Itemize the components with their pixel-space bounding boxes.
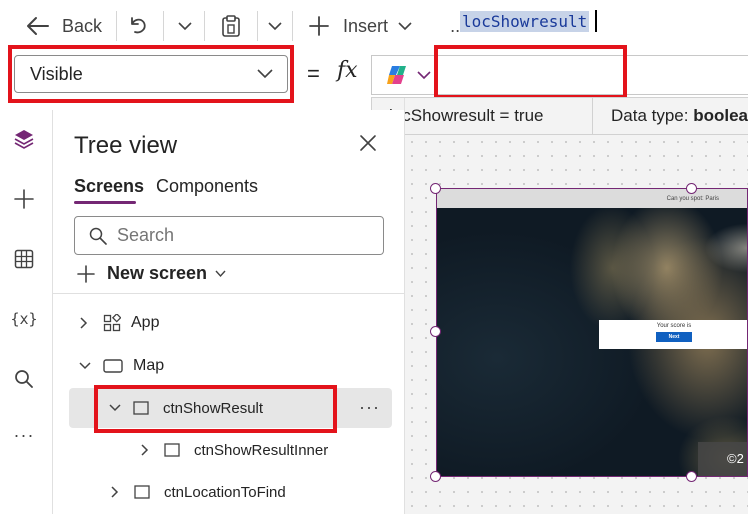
resize-handle[interactable] (430, 183, 441, 194)
chevron-down-icon (257, 69, 273, 79)
tree-search-box[interactable] (74, 216, 384, 255)
chevron-right-icon (80, 317, 88, 329)
plus-icon (14, 189, 34, 209)
container-icon (133, 401, 149, 415)
toolbar-divider (292, 11, 294, 41)
chevron-down-icon (398, 22, 412, 31)
next-button[interactable]: Next (656, 332, 692, 342)
plus-icon (309, 16, 329, 36)
chevron-down-icon (178, 22, 192, 31)
property-dropdown[interactable]: Visible (14, 55, 288, 93)
tree-node-ctnshowresultinner[interactable]: ctnShowResultInner (140, 430, 328, 470)
layers-icon (14, 130, 34, 149)
resize-handle[interactable] (430, 471, 441, 482)
new-screen-label: New screen (107, 263, 208, 283)
resize-handle[interactable] (686, 471, 697, 482)
more-rail-button[interactable]: ··· (11, 422, 37, 448)
chevron-down-icon (268, 22, 282, 31)
insert-label: Insert (343, 15, 389, 36)
tree-node-ctnshowresult[interactable]: ctnShowResult (69, 388, 392, 428)
app-screen-preview[interactable]: Can you spot: Paris Your score is Next ©… (436, 188, 748, 477)
tree-node-label: Map (133, 357, 165, 374)
formula-bar: Visible = fx (0, 52, 748, 98)
text-caret (595, 10, 597, 32)
toolbar-divider (204, 11, 206, 41)
data-type-label: Data type: (610, 106, 694, 125)
formula-text[interactable]: locShowresult (460, 11, 590, 32)
new-screen-button[interactable]: New screen (77, 263, 226, 284)
insert-button[interactable]: Insert (309, 6, 412, 46)
insert-rail-button[interactable] (11, 186, 37, 212)
toolbar-divider (116, 11, 118, 41)
tree-node-label: ctnShowResult (163, 399, 264, 417)
chevron-down-icon (215, 270, 226, 277)
chevron-down-icon (79, 362, 91, 370)
copilot-icon[interactable] (386, 64, 408, 86)
tree-node-label: ctnLocationToFind (164, 483, 286, 501)
undo-button[interactable] (127, 6, 149, 46)
undo-icon (131, 17, 146, 34)
tree-node-label: App (131, 314, 160, 331)
resize-handle[interactable] (430, 326, 441, 337)
close-icon[interactable] (359, 134, 377, 152)
data-rail-button[interactable] (11, 246, 37, 272)
clipboard-icon (222, 15, 240, 37)
chevron-down-icon (109, 404, 121, 412)
tree-search-input[interactable] (117, 225, 357, 246)
tab-components[interactable]: Components (156, 176, 258, 197)
back-label: Back (62, 15, 103, 36)
chevron-right-icon (111, 486, 119, 498)
back-button[interactable]: Back (26, 6, 102, 46)
score-text: Your score is (656, 323, 692, 329)
search-icon (15, 370, 33, 388)
tree-node-ctnlocationtofind[interactable]: ctnLocationToFind (110, 472, 286, 512)
toolbar-divider (257, 11, 259, 41)
more-options-button[interactable]: ··· (359, 397, 380, 418)
toolbar-divider (163, 11, 165, 41)
tree-view-panel: Tree view Screens Components New screen … (53, 110, 405, 514)
tree-node-label: ctnShowResultInner (194, 441, 329, 459)
tree-divider (53, 293, 405, 294)
formula-result-tooltip: locShowresult = true Data type: boolea (371, 97, 748, 135)
plus-icon (77, 264, 95, 283)
more-icon: ··· (13, 424, 35, 445)
chevron-down-icon[interactable] (417, 70, 431, 80)
screen-icon (103, 359, 123, 373)
tree-view-rail-button[interactable] (11, 126, 37, 152)
fx-icon: fx (337, 58, 358, 83)
property-value: Visible (30, 63, 83, 84)
tree-view-title: Tree view (74, 132, 178, 159)
tree-node-map[interactable]: Map (79, 346, 164, 386)
undo-dropdown[interactable] (178, 6, 192, 46)
search-icon (89, 227, 107, 245)
variables-icon: {x} (10, 310, 38, 328)
paste-button[interactable] (221, 6, 241, 46)
screen-header: Can you spot: Paris (437, 189, 747, 208)
active-tab-indicator (74, 201, 136, 204)
equals-sign: = (307, 61, 320, 86)
arrow-left-icon (27, 17, 49, 35)
copyright-overlay: ©2 (698, 442, 747, 476)
table-icon (14, 249, 34, 269)
data-type: Data type: boolea (593, 106, 748, 126)
container-icon (134, 485, 150, 499)
resize-handle[interactable] (686, 183, 697, 194)
variables-rail-button[interactable]: {x} (10, 306, 38, 332)
search-rail-button[interactable] (11, 366, 37, 392)
left-rail: {x} ··· (0, 110, 50, 514)
container-icon (164, 443, 180, 457)
paste-dropdown[interactable] (268, 6, 282, 46)
tree-node-app[interactable]: App (79, 303, 159, 343)
command-bar: Back Insert ... (0, 0, 748, 52)
tab-screens[interactable]: Screens (74, 176, 144, 197)
app-icon (103, 314, 121, 332)
result-card: Your score is Next (599, 320, 747, 349)
chevron-right-icon (141, 444, 149, 456)
header-text: Can you spot: Paris (666, 195, 719, 202)
data-type-value: boolea (693, 106, 748, 125)
